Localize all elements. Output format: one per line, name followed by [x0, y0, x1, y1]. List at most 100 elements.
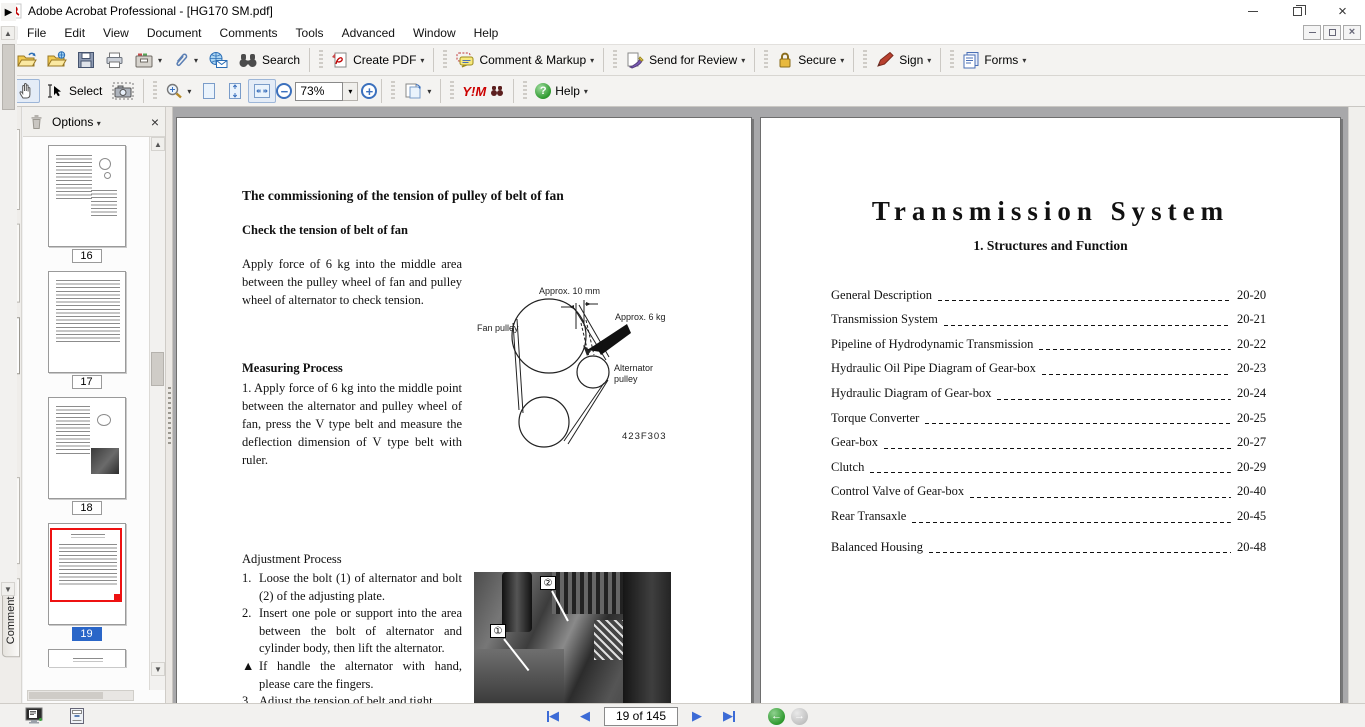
fit-page-button[interactable] — [222, 79, 248, 103]
panel-close-icon[interactable]: × — [151, 114, 159, 130]
intro-paragraph: Apply force of 6 kg into the middle area… — [242, 257, 462, 307]
thumbnail-label-16[interactable]: 16 — [71, 249, 102, 263]
yahoo-search-button[interactable]: Y!M — [457, 81, 509, 102]
measuring-process-title: Measuring Process — [242, 361, 343, 375]
sign-pen-icon — [877, 51, 894, 67]
create-pdf-button[interactable]: Create PDF ▾ — [326, 48, 429, 72]
toc-page: 20-45 — [1237, 508, 1267, 523]
menu-window[interactable]: Window — [404, 23, 465, 43]
toolbar-grip[interactable] — [391, 81, 396, 101]
thumbnail-label-19[interactable]: 19 — [71, 627, 102, 641]
menu-file[interactable]: File — [18, 23, 55, 43]
panel-splitter[interactable] — [166, 107, 173, 703]
document-scrollbar[interactable]: ▲ ▼ — [0, 26, 17, 596]
menu-help[interactable]: Help — [465, 23, 508, 43]
restore-icon[interactable] — [1275, 0, 1320, 22]
thumbnail-scrollbar[interactable]: ▲ ▼ — [149, 137, 165, 690]
document-canvas[interactable]: The commissioning of the tension of pull… — [173, 107, 1348, 703]
doc-minimize-icon[interactable] — [1303, 25, 1321, 40]
fit-width-button[interactable] — [248, 79, 277, 103]
toolbar-grip[interactable] — [443, 50, 448, 70]
toc-page: 20-40 — [1237, 484, 1267, 499]
toolbar-grip[interactable] — [764, 50, 769, 70]
thumbnail-label-17[interactable]: 17 — [71, 375, 102, 389]
doc-restore-icon[interactable] — [1323, 25, 1341, 40]
toolbar-grip[interactable] — [863, 50, 868, 70]
close-icon[interactable]: × — [1320, 0, 1365, 22]
thumbnail-page-20[interactable] — [47, 649, 126, 667]
select-cursor-icon — [48, 84, 61, 98]
menu-comments[interactable]: Comments — [211, 23, 287, 43]
thumbnail-page-17[interactable] — [47, 271, 126, 373]
toolbar-grip[interactable] — [950, 50, 955, 70]
trash-icon[interactable] — [29, 114, 44, 130]
doc-scroll-down-icon[interactable]: ▼ — [1, 582, 15, 596]
next-page-button[interactable]: ▶ — [684, 706, 710, 726]
doc-scroll-up-icon[interactable]: ▲ — [1, 26, 15, 40]
next-view-button[interactable]: → — [791, 707, 808, 725]
zoom-level-combo: ▾ — [295, 81, 359, 101]
thumbnail-hscrollbar[interactable] — [27, 690, 134, 701]
toc-label: Balanced Housing — [831, 539, 923, 554]
minimize-icon[interactable] — [1230, 0, 1275, 22]
snapshot-tool-button[interactable] — [107, 79, 139, 103]
zoom-in-button[interactable]: + — [361, 83, 378, 99]
comment-markup-button[interactable]: Comment & Markup ▾ — [450, 48, 599, 72]
figure-code: 423F303 — [622, 431, 667, 442]
menu-view[interactable]: View — [94, 23, 138, 43]
scroll-down-icon[interactable]: ▼ — [151, 662, 165, 676]
thumbnail-page-19[interactable] — [47, 523, 126, 625]
thumbnail-page-16[interactable] — [47, 145, 126, 247]
email-button[interactable] — [203, 48, 233, 72]
actual-size-button[interactable] — [196, 79, 222, 103]
toolbar-grip[interactable] — [153, 81, 158, 101]
toolbar-grip[interactable] — [613, 50, 618, 70]
zoom-dropdown-icon[interactable]: ▾ — [343, 81, 359, 101]
expand-howto-pane-icon[interactable]: ▶ — [1, 3, 16, 21]
previous-page-button[interactable]: ◀ — [572, 706, 598, 726]
adjustment-item: 1. Loose the bolt (1) of alternator and b… — [242, 571, 462, 603]
view-toolbar: Select ▾ − ▾ + ▾ Y!M ?Help▾ — [0, 76, 1365, 107]
page-display-button[interactable]: ▾ — [398, 79, 436, 103]
previous-view-button[interactable]: ← — [768, 707, 785, 725]
single-page-view-icon[interactable] — [24, 707, 44, 725]
zoom-level-input[interactable] — [295, 81, 344, 101]
menu-bar: File Edit View Document Comments Tools A… — [0, 22, 1365, 44]
zoom-out-button[interactable]: − — [276, 83, 293, 99]
select-tool-button[interactable]: Select — [40, 80, 107, 102]
help-button[interactable]: ? Help ▾ — [530, 80, 593, 102]
select-label: Select — [69, 84, 103, 98]
attach-button[interactable]: ▾ — [167, 48, 203, 72]
sign-button[interactable]: Sign ▾ — [870, 48, 936, 72]
forms-button[interactable]: Forms ▾ — [957, 48, 1031, 72]
doc-close-icon[interactable]: × — [1343, 25, 1361, 40]
scroll-up-icon[interactable]: ▲ — [151, 137, 165, 151]
send-for-review-button[interactable]: Send for Review ▾ — [620, 48, 750, 72]
open-folder-icon — [17, 52, 37, 67]
toc-page: 20-22 — [1237, 336, 1267, 351]
secure-button[interactable]: Secure ▾ — [771, 48, 849, 72]
toolbar-grip[interactable] — [319, 50, 324, 70]
organizer-button[interactable]: ▾ — [129, 48, 167, 72]
document-window-controls: × — [1303, 25, 1361, 40]
first-page-button[interactable]: ◀ — [540, 706, 566, 726]
print-button[interactable] — [100, 48, 129, 72]
last-page-button[interactable]: ▶ — [716, 706, 742, 726]
page-indicator-input[interactable] — [604, 706, 678, 726]
menu-tools[interactable]: Tools — [287, 23, 333, 43]
toolbar-grip[interactable] — [450, 81, 455, 101]
thumbnail-label-18[interactable]: 18 — [71, 501, 102, 515]
thumbnail-page-18[interactable] — [47, 397, 126, 499]
toolbar-grip[interactable] — [523, 81, 528, 101]
menu-document[interactable]: Document — [138, 23, 211, 43]
open-web-button[interactable] — [42, 48, 72, 72]
save-button[interactable] — [72, 48, 100, 72]
comment-icon — [456, 52, 474, 68]
menu-edit[interactable]: Edit — [55, 23, 94, 43]
zoom-tool-button[interactable]: ▾ — [160, 79, 196, 103]
menu-advanced[interactable]: Advanced — [333, 23, 404, 43]
search-button[interactable]: Search — [233, 48, 305, 72]
page-layout-view-icon[interactable] — [68, 707, 86, 725]
options-menu[interactable]: Options ▾ — [52, 115, 101, 129]
toc-page: 20-23 — [1237, 361, 1267, 376]
